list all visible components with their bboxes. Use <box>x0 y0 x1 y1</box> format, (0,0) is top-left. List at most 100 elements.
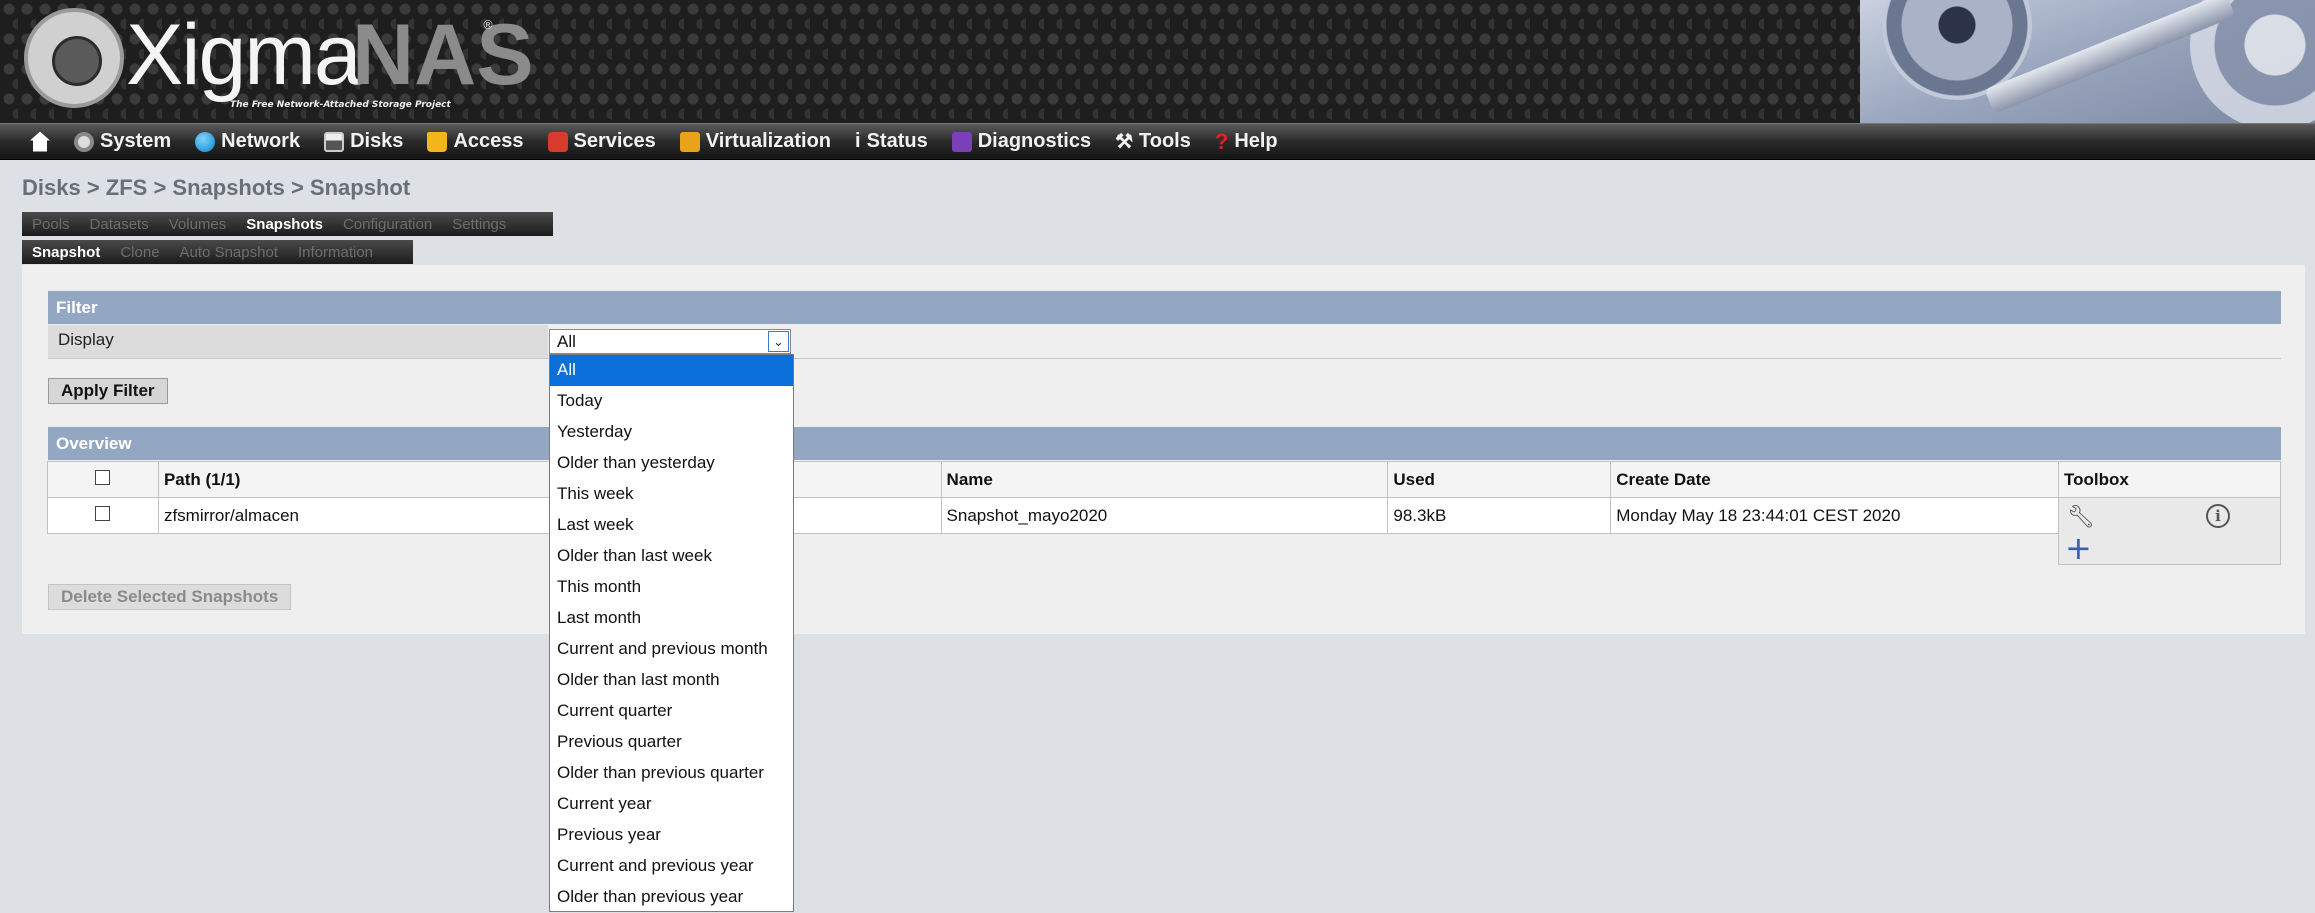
dropdown-option[interactable]: Older than last month <box>550 665 793 696</box>
home-icon <box>30 131 50 152</box>
nav-diagnostics[interactable]: Diagnostics <box>951 130 1092 153</box>
display-label: Display <box>48 325 548 358</box>
apply-filter-button[interactable]: Apply Filter <box>48 378 168 404</box>
tab-configuration[interactable]: Configuration <box>343 216 432 233</box>
select-all-cell <box>47 461 159 498</box>
xigmanas-logo[interactable]: Xigma NAS ® The Free Network-Attached St… <box>20 4 534 116</box>
dropdown-option[interactable]: Yesterday <box>550 417 793 448</box>
dropdown-option[interactable]: Older than previous year <box>550 882 793 913</box>
nav-tools[interactable]: ⚒ Tools <box>1115 129 1191 154</box>
dropdown-option[interactable]: This week <box>550 479 793 510</box>
tabs-secondary: Snapshot Clone Auto Snapshot Information <box>22 240 413 264</box>
dropdown-option[interactable]: Last week <box>550 510 793 541</box>
table-header-row: Path (1/1) Name Used Create Date Toolbox <box>47 461 2281 498</box>
display-dropdown-list: All Today Yesterday Older than yesterday… <box>549 354 794 912</box>
tab-datasets[interactable]: Datasets <box>90 216 149 233</box>
row-select-cell <box>47 497 159 534</box>
nav-disks[interactable]: Disks <box>324 130 403 153</box>
dropdown-option[interactable]: Current year <box>550 789 793 820</box>
tab-clone[interactable]: Clone <box>120 244 159 261</box>
nav-disks-label: Disks <box>350 130 404 152</box>
toolbox-cell: 🔧︎ i <box>2058 497 2281 534</box>
logo-ring-icon <box>24 8 124 108</box>
plus-icon[interactable]: + <box>2065 532 2092 564</box>
nav-help[interactable]: ? Help <box>1215 129 1278 155</box>
dropdown-option[interactable]: Previous quarter <box>550 727 793 758</box>
nav-virtualization-label: Virtualization <box>705 130 832 152</box>
tab-pools[interactable]: Pools <box>32 216 70 233</box>
filter-display-row: Display <box>48 325 2281 359</box>
row-checkbox[interactable] <box>95 505 111 521</box>
nav-services-label: Services <box>573 130 656 152</box>
nav-access[interactable]: Access <box>427 130 524 153</box>
services-icon <box>547 131 568 152</box>
tab-snapshots[interactable]: Snapshots <box>246 216 323 233</box>
breadcrumb: Disks > ZFS > Snapshots > Snapshot <box>22 175 411 200</box>
tab-snapshot[interactable]: Snapshot <box>32 244 100 261</box>
column-header-toolbox: Toolbox <box>2058 461 2281 498</box>
dropdown-option[interactable]: Current and previous month <box>550 634 793 665</box>
virtualization-icon <box>679 131 700 152</box>
info-circle-icon[interactable]: i <box>2206 504 2230 528</box>
help-icon: ? <box>1214 128 1229 154</box>
tools-icon: ⚒ <box>1115 131 1133 153</box>
nav-system[interactable]: System <box>74 130 171 153</box>
logo-tagline: The Free Network-Attached Storage Projec… <box>230 100 451 110</box>
column-header-create-date[interactable]: Create Date <box>1610 461 2060 498</box>
tab-information[interactable]: Information <box>298 244 373 261</box>
header-banner: Xigma NAS ® The Free Network-Attached St… <box>0 0 2315 123</box>
cell-used: 98.3kB <box>1387 497 1612 534</box>
disk-icon <box>324 131 345 152</box>
tabs-primary: Pools Datasets Volumes Snapshots Configu… <box>22 212 553 236</box>
main-nav: System Network Disks Access Services Vir… <box>0 123 2315 160</box>
nav-services[interactable]: Services <box>547 130 656 153</box>
cell-name: Snapshot_mayo2020 <box>940 497 1389 534</box>
select-all-checkbox[interactable] <box>95 469 111 485</box>
chevron-down-icon[interactable]: ⌄ <box>768 331 789 352</box>
filter-section-header: Filter <box>48 291 2281 324</box>
column-header-used[interactable]: Used <box>1387 461 1612 498</box>
add-snapshot-row: + <box>2058 532 2281 565</box>
table-row: zfsmirror/almacen Snapshot_mayo2020 98.3… <box>47 497 2281 534</box>
nav-status-label: Status <box>866 130 928 152</box>
dropdown-option[interactable]: Previous year <box>550 820 793 851</box>
diagnostics-icon <box>951 131 972 152</box>
overview-section-header: Overview <box>48 427 2281 460</box>
display-select[interactable]: All ⌄ <box>549 329 791 354</box>
cell-create-date: Monday May 18 23:44:01 CEST 2020 <box>1610 497 2060 534</box>
logo-text-main: Xigma <box>126 7 362 103</box>
delete-selected-button[interactable]: Delete Selected Snapshots <box>48 584 292 610</box>
snapshots-table: Path (1/1) Name Used Create Date Toolbox… <box>47 461 2281 534</box>
lock-icon <box>427 131 448 152</box>
nav-status[interactable]: i Status <box>855 130 928 153</box>
logo-text-accent: NAS <box>352 7 534 103</box>
globe-icon <box>195 131 216 152</box>
column-header-name[interactable]: Name <box>940 461 1389 498</box>
logo-registered-mark: ® <box>482 18 494 32</box>
dropdown-option[interactable]: Current quarter <box>550 696 793 727</box>
tab-auto-snapshot[interactable]: Auto Snapshot <box>180 244 278 261</box>
dropdown-option[interactable]: Older than last week <box>550 541 793 572</box>
nav-home[interactable] <box>30 131 50 152</box>
display-select-value: All <box>557 332 576 351</box>
dropdown-option[interactable]: Older than yesterday <box>550 448 793 479</box>
hard-drive-image <box>1860 0 2315 123</box>
nav-virtualization[interactable]: Virtualization <box>679 130 832 153</box>
dropdown-option[interactable]: Today <box>550 386 793 417</box>
tab-volumes[interactable]: Volumes <box>169 216 227 233</box>
wrench-icon[interactable]: 🔧︎ <box>2067 504 2095 530</box>
nav-diagnostics-label: Diagnostics <box>977 130 1092 152</box>
dropdown-option-all[interactable]: All <box>550 355 793 386</box>
tab-settings[interactable]: Settings <box>452 216 506 233</box>
nav-network-label: Network <box>221 130 301 152</box>
dropdown-option[interactable]: Older than previous quarter <box>550 758 793 789</box>
nav-system-label: System <box>100 130 172 152</box>
dropdown-option[interactable]: This month <box>550 572 793 603</box>
gear-icon <box>74 131 94 152</box>
nav-help-label: Help <box>1234 130 1278 152</box>
info-icon: i <box>855 130 861 152</box>
dropdown-option[interactable]: Last month <box>550 603 793 634</box>
nav-access-label: Access <box>453 130 524 152</box>
dropdown-option[interactable]: Current and previous year <box>550 851 793 882</box>
nav-network[interactable]: Network <box>195 130 300 153</box>
